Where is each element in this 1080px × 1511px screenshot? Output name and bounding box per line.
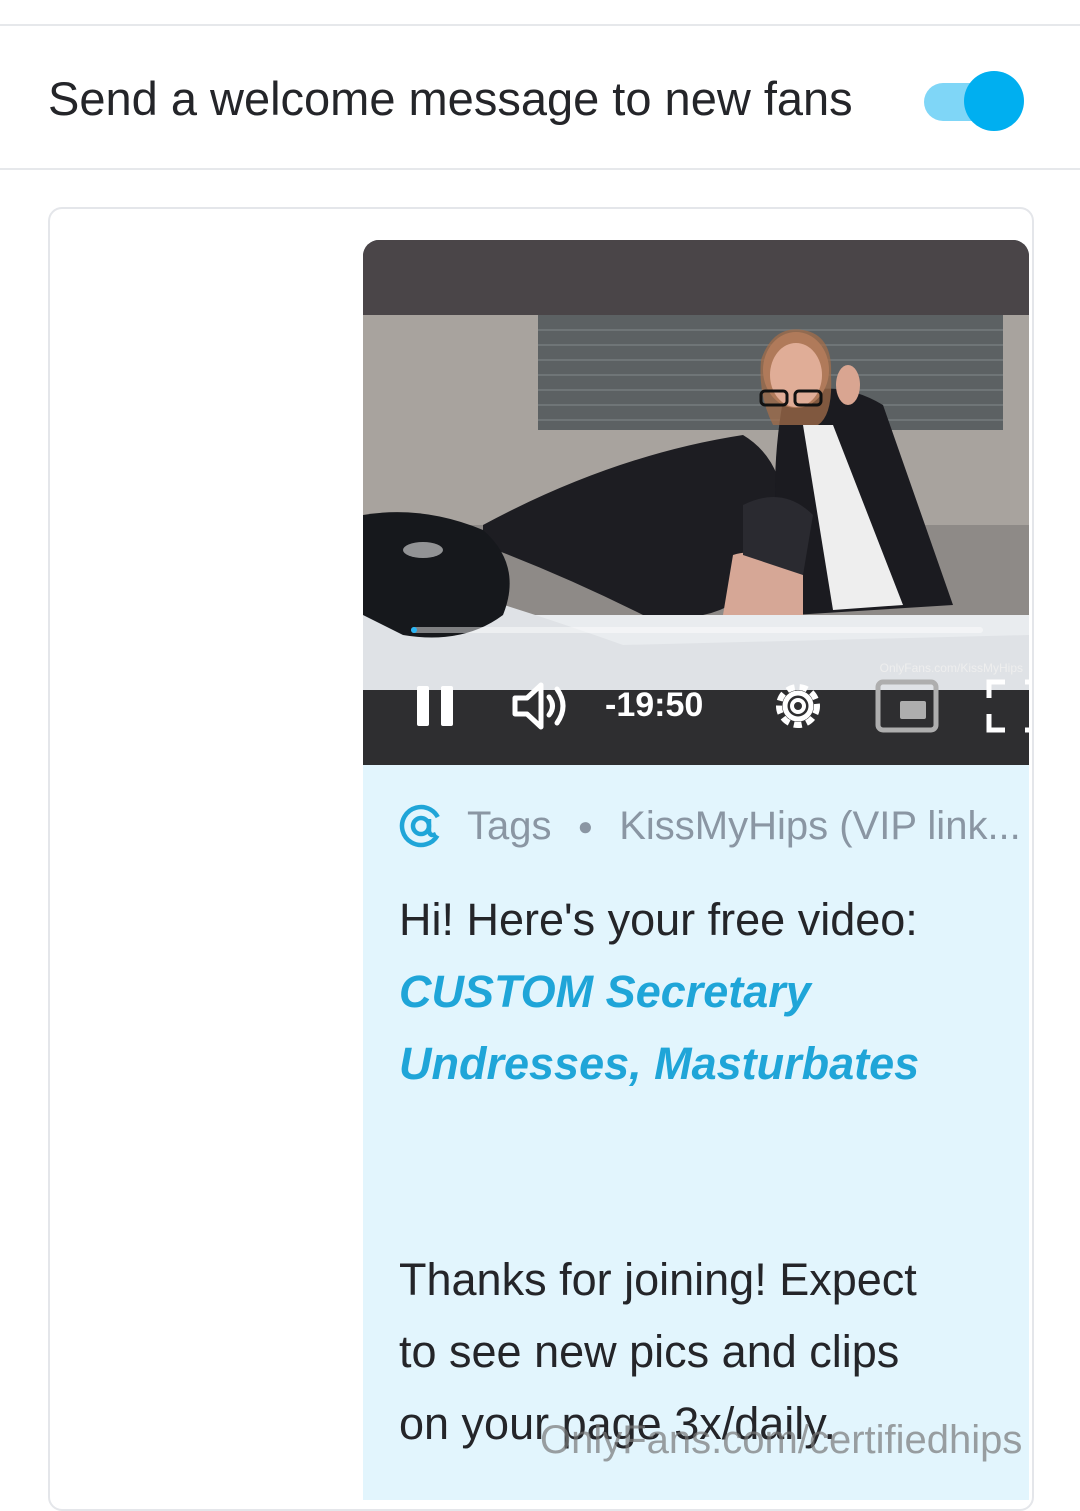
video-progress-fill <box>411 627 417 633</box>
fullscreen-icon <box>986 679 1029 733</box>
settings-button[interactable] <box>767 678 829 734</box>
volume-icon <box>512 682 566 730</box>
video-letterbox-top <box>363 240 1029 315</box>
settings-gear-icon <box>776 684 820 728</box>
welcome-message-toggle[interactable] <box>924 71 1024 131</box>
tags-row[interactable]: Tags ● KissMyHips (VIP link... <box>399 798 1021 854</box>
video-player[interactable]: OnlyFans.com/KissMyHips -19:50 <box>363 240 1029 765</box>
toggle-knob <box>964 71 1024 131</box>
picture-in-picture-button[interactable] <box>875 678 939 734</box>
fullscreen-button[interactable] <box>985 678 1029 734</box>
row-divider <box>0 168 1080 170</box>
video-title-link-line2[interactable]: Undresses, Masturbates <box>399 1028 999 1100</box>
pause-icon <box>417 686 453 726</box>
message-intro: Hi! Here's your free video: <box>399 894 918 945</box>
at-sign-icon <box>399 804 443 848</box>
separator-dot: ● <box>577 810 594 841</box>
video-frame <box>363 315 1029 690</box>
video-watermark: OnlyFans.com/KissMyHips <box>879 661 1023 675</box>
message-body-line1: Thanks for joining! Expect <box>399 1254 917 1305</box>
tagged-user[interactable]: KissMyHips (VIP link... <box>619 804 1021 849</box>
video-progress-bar[interactable] <box>411 627 983 633</box>
page-watermark: OnlyFans.com/certifiedhips <box>540 1418 1023 1462</box>
message-bubble: OnlyFans.com/KissMyHips -19:50 Tags ● Ki… <box>363 240 1029 1500</box>
picture-in-picture-icon <box>875 679 939 733</box>
volume-button[interactable] <box>511 678 573 734</box>
message-body-line2: to see new pics and clips <box>399 1326 900 1377</box>
tags-label: Tags <box>467 803 552 848</box>
welcome-message-setting: Send a welcome message to new fans <box>0 26 1080 169</box>
welcome-message-label: Send a welcome message to new fans <box>48 72 853 125</box>
video-title-link-line1[interactable]: CUSTOM Secretary <box>399 956 999 1028</box>
time-remaining: -19:50 <box>605 686 704 724</box>
pause-button[interactable] <box>415 678 455 734</box>
